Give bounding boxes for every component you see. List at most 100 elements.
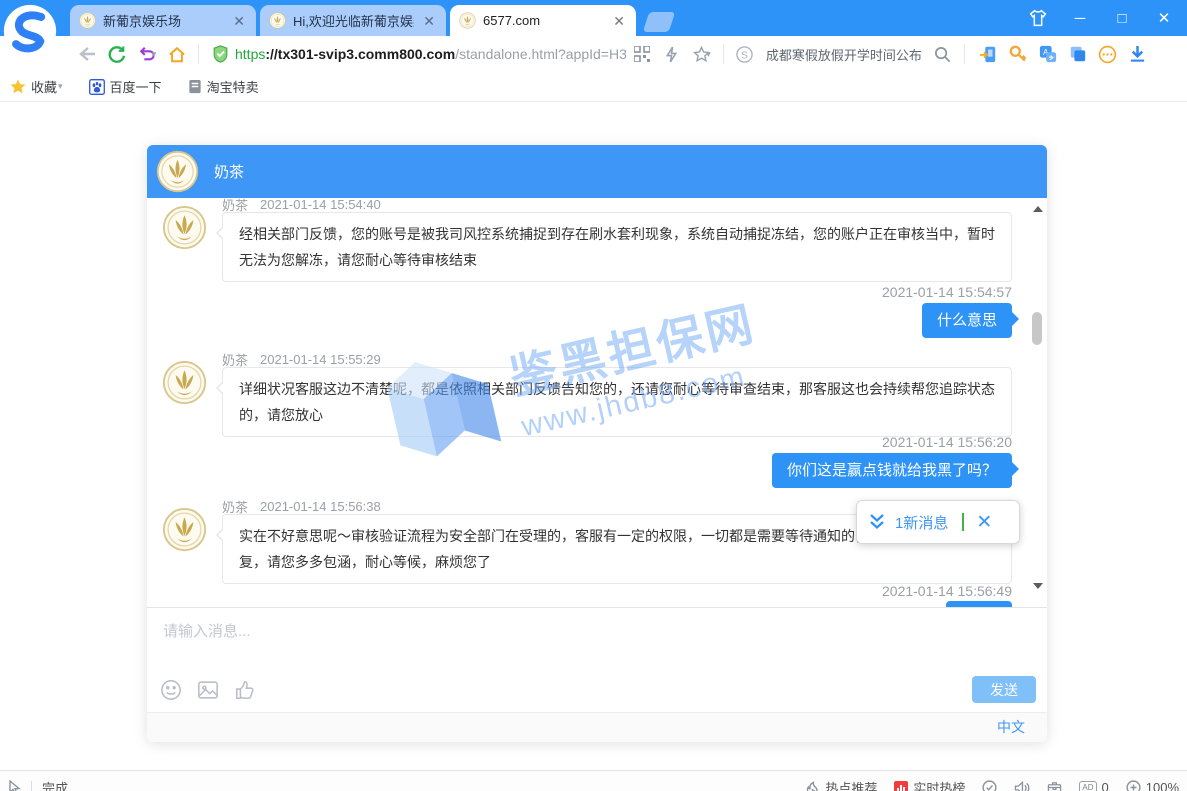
tab-welcome[interactable]: Hi,欢迎光临新葡京娱樂場 ✕ (260, 5, 446, 36)
undo-icon[interactable]: ▾ (132, 39, 162, 69)
download-icon[interactable] (1123, 39, 1153, 69)
double-chevron-down-icon[interactable] (867, 513, 887, 531)
undo-dropdown-caret[interactable]: ▾ (152, 49, 157, 60)
sound-toggle[interactable] (1014, 781, 1030, 791)
tab-close-icon[interactable]: ✕ (231, 14, 247, 28)
hot-recommend-toggle[interactable]: 热点推荐 (805, 778, 877, 791)
message-timestamp: 2021-01-14 15:55:29 (260, 352, 381, 367)
agent-message: 奶茶 2021-01-14 15:54:40 经相关部门反馈，您的账号是被我司风… (222, 198, 1012, 282)
new-message-label[interactable]: 1新消息 (895, 512, 948, 533)
tab-favicon (459, 12, 476, 29)
tab-favicon (79, 12, 96, 29)
statusbar-left: 完成 (8, 778, 68, 791)
scroll-down-arrow[interactable] (1033, 583, 1043, 589)
adblock-counter[interactable]: AD 0 (1079, 780, 1108, 791)
hot-list-label: 实时热榜 (913, 778, 965, 791)
star-dropdown-caret[interactable]: ▾ (706, 49, 711, 60)
url-path: /standalone.html?appId=H3 (455, 46, 627, 62)
hot-list-icon (894, 781, 908, 791)
agent-name: 奶茶 (222, 497, 248, 516)
thumbs-up-icon[interactable] (234, 679, 256, 701)
user-bubble: 什么意思 (922, 303, 1012, 338)
toolbar-separator (723, 44, 724, 64)
send-to-phone-icon[interactable] (973, 39, 1003, 69)
agent-bubble: 经相关部门反馈，您的账号是被我司风控系统捕捉到存在刷水套利现象，系统自动捕捉冻结… (222, 212, 1012, 282)
notice-divider (962, 513, 964, 531)
security-shield-icon[interactable] (205, 39, 235, 69)
send-button[interactable]: 发送 (972, 676, 1036, 703)
qr-code-icon[interactable] (627, 39, 657, 69)
bookmark-taobao[interactable]: 淘宝特卖 (188, 77, 259, 96)
tab-label: 新葡京娱乐场 (103, 11, 224, 30)
messages-scrollbar[interactable] (1031, 200, 1044, 605)
search-suggestion-text[interactable]: 成都寒假放假开学时间公布 (766, 45, 922, 64)
agent-avatar (162, 507, 207, 552)
user-bubble: 你们这是赢点钱就给我黑了吗？ (772, 453, 1012, 488)
new-tab-button[interactable] (643, 12, 675, 32)
url-host: ://tx301-svip3.comm800.com (265, 46, 455, 62)
tab-close-icon[interactable]: ✕ (611, 14, 627, 28)
toolbar-separator (198, 44, 199, 64)
favorite-star-icon[interactable]: ▾ (687, 39, 717, 69)
address-bar[interactable]: https://tx301-svip3.comm800.com/standalo… (235, 46, 627, 62)
browser-statusbar: 完成 热点推荐 实时热榜 AD (0, 770, 1187, 791)
back-icon[interactable] (72, 39, 102, 69)
adblock-icon: AD (1079, 781, 1096, 791)
refresh-icon[interactable] (102, 39, 132, 69)
tab-label: 6577.com (483, 13, 604, 28)
bookmarks-bar: 收藏 ▾ 百度一下 淘宝特卖 (0, 72, 1187, 102)
emoji-icon[interactable] (160, 679, 182, 701)
message-input[interactable] (161, 618, 1021, 668)
new-message-popup[interactable]: 1新消息 ✕ (856, 500, 1020, 544)
chat-widget: 奶茶 鉴黑担保网 www.jhdb8.com 奶 (147, 145, 1047, 742)
chat-message-list[interactable]: 鉴黑担保网 www.jhdb8.com 奶茶 2021-01-14 15:54:… (147, 198, 1047, 607)
collection-icon[interactable] (1063, 39, 1093, 69)
language-toggle[interactable]: 中文 (997, 719, 1025, 735)
home-icon[interactable] (162, 39, 192, 69)
bookmark-label: 百度一下 (110, 77, 162, 96)
agent-avatar (162, 205, 207, 250)
tab-close-icon[interactable]: ✕ (421, 14, 437, 28)
download-box-toggle[interactable] (1047, 781, 1062, 791)
zoom-control[interactable]: 100% (1126, 780, 1179, 791)
hot-list-toggle[interactable]: 实时热榜 (894, 778, 965, 791)
flash-lightning-icon[interactable] (657, 39, 687, 69)
agent-avatar (156, 150, 199, 193)
toolbar-separator (964, 44, 965, 64)
password-key-icon[interactable] (1003, 39, 1033, 69)
favorites-star-icon (10, 79, 26, 94)
tab-label: Hi,欢迎光临新葡京娱樂場 (293, 11, 414, 30)
agent-avatar (162, 360, 207, 405)
notice-close-icon[interactable]: ✕ (974, 513, 994, 532)
sogou-browser-logo (2, 3, 58, 59)
scroll-up-arrow[interactable] (1033, 206, 1043, 212)
sogou-search-icon: S (730, 39, 760, 69)
favorites-menu[interactable]: 收藏 ▾ (10, 77, 63, 96)
chat-footer: 中文 (147, 712, 1047, 742)
page-check-toggle[interactable] (982, 780, 997, 791)
bookmark-baidu[interactable]: 百度一下 (89, 77, 162, 96)
page-content: 奶茶 鉴黑担保网 www.jhdb8.com 奶 (0, 103, 1187, 770)
favorites-dropdown-caret[interactable]: ▾ (58, 81, 63, 92)
svg-text:S: S (741, 50, 748, 61)
toolbar-extensions: A (973, 39, 1153, 69)
zoom-plus-icon (1126, 780, 1141, 791)
theme-skin-icon[interactable] (1023, 3, 1053, 33)
tab-xpj-casino[interactable]: 新葡京娱乐场 ✕ (70, 5, 256, 36)
message-timestamp: 2021-01-14 15:56:38 (260, 499, 381, 514)
cursor-icon[interactable] (8, 780, 21, 791)
maximize-button[interactable]: □ (1107, 3, 1137, 33)
image-upload-icon[interactable] (197, 679, 219, 701)
scrollbar-thumb[interactable] (1032, 312, 1042, 345)
circle-check-icon (982, 780, 997, 791)
message-header: 奶茶 2021-01-14 15:55:29 (222, 351, 1012, 367)
translate-icon[interactable]: A (1033, 39, 1063, 69)
minimize-button[interactable]: ─ (1065, 3, 1095, 33)
tab-6577-active[interactable]: 6577.com ✕ (450, 5, 636, 36)
search-magnifier-icon[interactable] (928, 39, 958, 69)
input-toolbar (160, 679, 256, 701)
hot-recommend-label: 热点推荐 (825, 778, 877, 791)
more-menu-icon[interactable] (1093, 39, 1123, 69)
close-button[interactable]: ✕ (1149, 3, 1179, 33)
zoom-level: 100% (1146, 780, 1179, 791)
